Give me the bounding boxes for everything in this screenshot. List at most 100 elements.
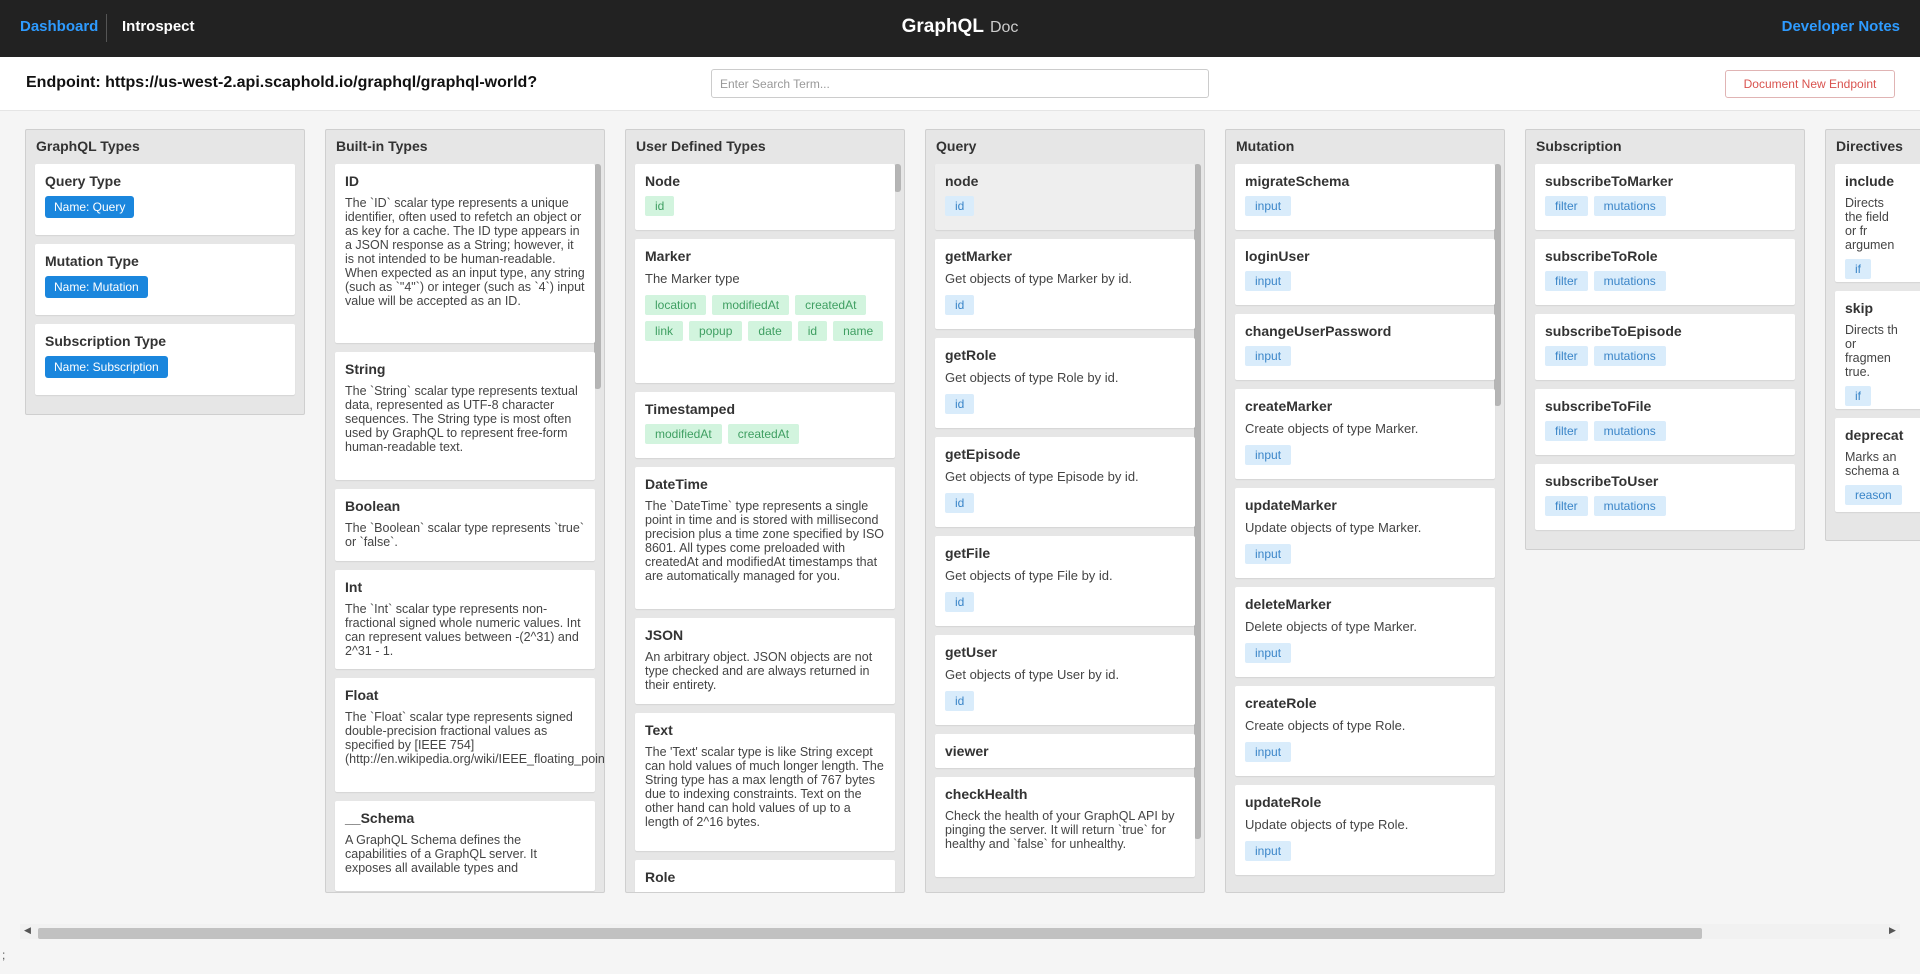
- subscription-card-episode[interactable]: subscribeToEpisode filter mutations: [1535, 314, 1795, 380]
- query-card-getmarker[interactable]: getMarker Get objects of type Marker by …: [935, 239, 1195, 329]
- arg-tag[interactable]: filter: [1545, 271, 1588, 291]
- arg-tag[interactable]: mutations: [1593, 271, 1666, 291]
- arg-tag[interactable]: mutations: [1593, 496, 1666, 516]
- builtin-card-float[interactable]: Float The `Float` scalar type represents…: [335, 678, 604, 792]
- column-subscription: Subscription subscribeToMarker filter mu…: [1525, 129, 1805, 550]
- arg-tags: input: [1245, 271, 1485, 291]
- nav-developer-notes-link[interactable]: Developer Notes: [1782, 18, 1900, 35]
- field-tag[interactable]: modifiedAt: [712, 295, 790, 315]
- arg-tag[interactable]: if: [1845, 259, 1871, 279]
- arg-tags: id: [945, 592, 1185, 612]
- arg-tag[interactable]: mutations: [1593, 421, 1666, 441]
- user-type-card-json[interactable]: JSON An arbitrary object. JSON objects a…: [635, 618, 895, 704]
- mutation-card-deletemarker[interactable]: deleteMarker Delete objects of type Mark…: [1235, 587, 1495, 677]
- user-type-card-role[interactable]: Role: [635, 860, 895, 892]
- arg-tag[interactable]: input: [1245, 445, 1292, 465]
- mutation-card-createmarker[interactable]: createMarker Create objects of type Mark…: [1235, 389, 1495, 479]
- arg-tag[interactable]: input: [1245, 346, 1292, 366]
- type-card-query[interactable]: Query Type Name: Query: [35, 164, 295, 235]
- name-badge[interactable]: Name: Query: [45, 196, 135, 218]
- query-card-getrole[interactable]: getRole Get objects of type Role by id. …: [935, 338, 1195, 428]
- arg-tag[interactable]: input: [1245, 841, 1292, 861]
- directive-card-skip[interactable]: skip Directs th or fragmen true. if: [1835, 291, 1920, 409]
- query-card-checkhealth[interactable]: checkHealth Check the health of your Gra…: [935, 777, 1195, 877]
- horizontal-scroll-thumb[interactable]: [38, 928, 1702, 939]
- arg-tags: input: [1245, 841, 1485, 861]
- field-tag[interactable]: name: [833, 321, 884, 341]
- builtin-card-schema[interactable]: __Schema A GraphQL Schema defines the ca…: [335, 801, 595, 891]
- arg-tag[interactable]: input: [1245, 271, 1292, 291]
- user-type-card-timestamped[interactable]: Timestamped modifiedAt createdAt: [635, 392, 895, 458]
- builtin-card-boolean[interactable]: Boolean The `Boolean` scalar type repres…: [335, 489, 595, 561]
- user-type-card-marker[interactable]: Marker The Marker type location modified…: [635, 239, 895, 383]
- query-card-node[interactable]: node id: [935, 164, 1195, 230]
- arg-tag[interactable]: mutations: [1593, 196, 1666, 216]
- column-user-defined-types: User Defined Types Node id Marker The Ma…: [625, 129, 905, 893]
- mutation-card-changeuserpassword[interactable]: changeUserPassword input: [1235, 314, 1495, 380]
- field-tag[interactable]: id: [645, 196, 675, 216]
- arg-tags: input: [1245, 346, 1485, 366]
- user-type-card-node[interactable]: Node id: [635, 164, 895, 230]
- arg-tags: id: [945, 394, 1185, 414]
- mutation-card-loginuser[interactable]: loginUser input: [1235, 239, 1495, 305]
- arg-tag[interactable]: filter: [1545, 421, 1588, 441]
- arg-tag[interactable]: input: [1245, 742, 1292, 762]
- arg-tag[interactable]: input: [1245, 196, 1292, 216]
- arg-tag[interactable]: id: [945, 592, 975, 612]
- arg-tag[interactable]: reason: [1845, 485, 1902, 505]
- mutation-card-updatemarker[interactable]: updateMarker Update objects of type Mark…: [1235, 488, 1495, 578]
- type-card-subscription[interactable]: Subscription Type Name: Subscription: [35, 324, 295, 395]
- column-title: Built-in Types: [336, 138, 428, 154]
- scroll-left-icon[interactable]: ◀: [24, 925, 31, 936]
- query-card-getfile[interactable]: getFile Get objects of type File by id. …: [935, 536, 1195, 626]
- field-tag[interactable]: link: [645, 321, 684, 341]
- arg-tag[interactable]: if: [1845, 386, 1871, 406]
- query-card-getepisode[interactable]: getEpisode Get objects of type Episode b…: [935, 437, 1195, 527]
- card-title: deprecat: [1845, 427, 1904, 443]
- card-title: loginUser: [1245, 248, 1310, 264]
- search-input[interactable]: [711, 69, 1209, 98]
- field-tag[interactable]: location: [645, 295, 707, 315]
- arg-tag[interactable]: input: [1245, 544, 1292, 564]
- arg-tag[interactable]: id: [945, 394, 975, 414]
- query-card-getuser[interactable]: getUser Get objects of type User by id. …: [935, 635, 1195, 725]
- mutation-card-updaterole[interactable]: updateRole Update objects of type Role. …: [1235, 785, 1495, 875]
- arg-tag[interactable]: filter: [1545, 196, 1588, 216]
- field-tag[interactable]: createdAt: [727, 424, 800, 444]
- mutation-card-createrole[interactable]: createRole Create objects of type Role. …: [1235, 686, 1495, 776]
- arg-tags: input: [1245, 196, 1485, 216]
- name-badge[interactable]: Name: Subscription: [45, 356, 168, 378]
- subscription-card-file[interactable]: subscribeToFile filter mutations: [1535, 389, 1795, 455]
- builtin-card-id[interactable]: ID The `ID` scalar type represents a uni…: [335, 164, 595, 343]
- type-card-mutation[interactable]: Mutation Type Name: Mutation: [35, 244, 295, 315]
- user-type-card-text[interactable]: Text The 'Text' scalar type is like Stri…: [635, 713, 895, 851]
- arg-tag[interactable]: id: [945, 493, 975, 513]
- arg-tags: id: [945, 196, 1185, 216]
- field-tag[interactable]: popup: [689, 321, 743, 341]
- subscription-card-marker[interactable]: subscribeToMarker filter mutations: [1535, 164, 1795, 230]
- subscription-card-role[interactable]: subscribeToRole filter mutations: [1535, 239, 1795, 305]
- arg-tag[interactable]: filter: [1545, 346, 1588, 366]
- field-tag[interactable]: modifiedAt: [645, 424, 722, 444]
- query-card-viewer[interactable]: viewer: [935, 734, 1195, 768]
- arg-tag[interactable]: id: [945, 196, 975, 216]
- document-new-endpoint-button[interactable]: Document New Endpoint: [1725, 70, 1895, 98]
- scroll-right-icon[interactable]: ▶: [1889, 925, 1896, 936]
- field-tag[interactable]: id: [797, 321, 828, 341]
- arg-tag[interactable]: mutations: [1593, 346, 1666, 366]
- field-tag[interactable]: createdAt: [795, 295, 867, 315]
- field-tag[interactable]: date: [748, 321, 792, 341]
- arg-tag[interactable]: id: [945, 691, 975, 711]
- arg-tag[interactable]: filter: [1545, 496, 1588, 516]
- name-badge[interactable]: Name: Mutation: [45, 276, 148, 298]
- builtin-card-string[interactable]: String The `String` scalar type represen…: [335, 352, 595, 480]
- user-type-card-datetime[interactable]: DateTime The `DateTime` type represents …: [635, 467, 895, 609]
- directive-card-deprecated[interactable]: deprecat Marks an schema a reason: [1835, 418, 1920, 512]
- subscription-card-user[interactable]: subscribeToUser filter mutations: [1535, 464, 1795, 530]
- builtin-card-int[interactable]: Int The `Int` scalar type represents non…: [335, 570, 595, 669]
- mutation-card-migrateschema[interactable]: migrateSchema input: [1235, 164, 1495, 230]
- arg-tag[interactable]: input: [1245, 643, 1292, 663]
- directive-card-include[interactable]: include Directs the field or fr argumen …: [1835, 164, 1920, 282]
- arg-tag[interactable]: id: [945, 295, 975, 315]
- card-title: updateRole: [1245, 794, 1322, 810]
